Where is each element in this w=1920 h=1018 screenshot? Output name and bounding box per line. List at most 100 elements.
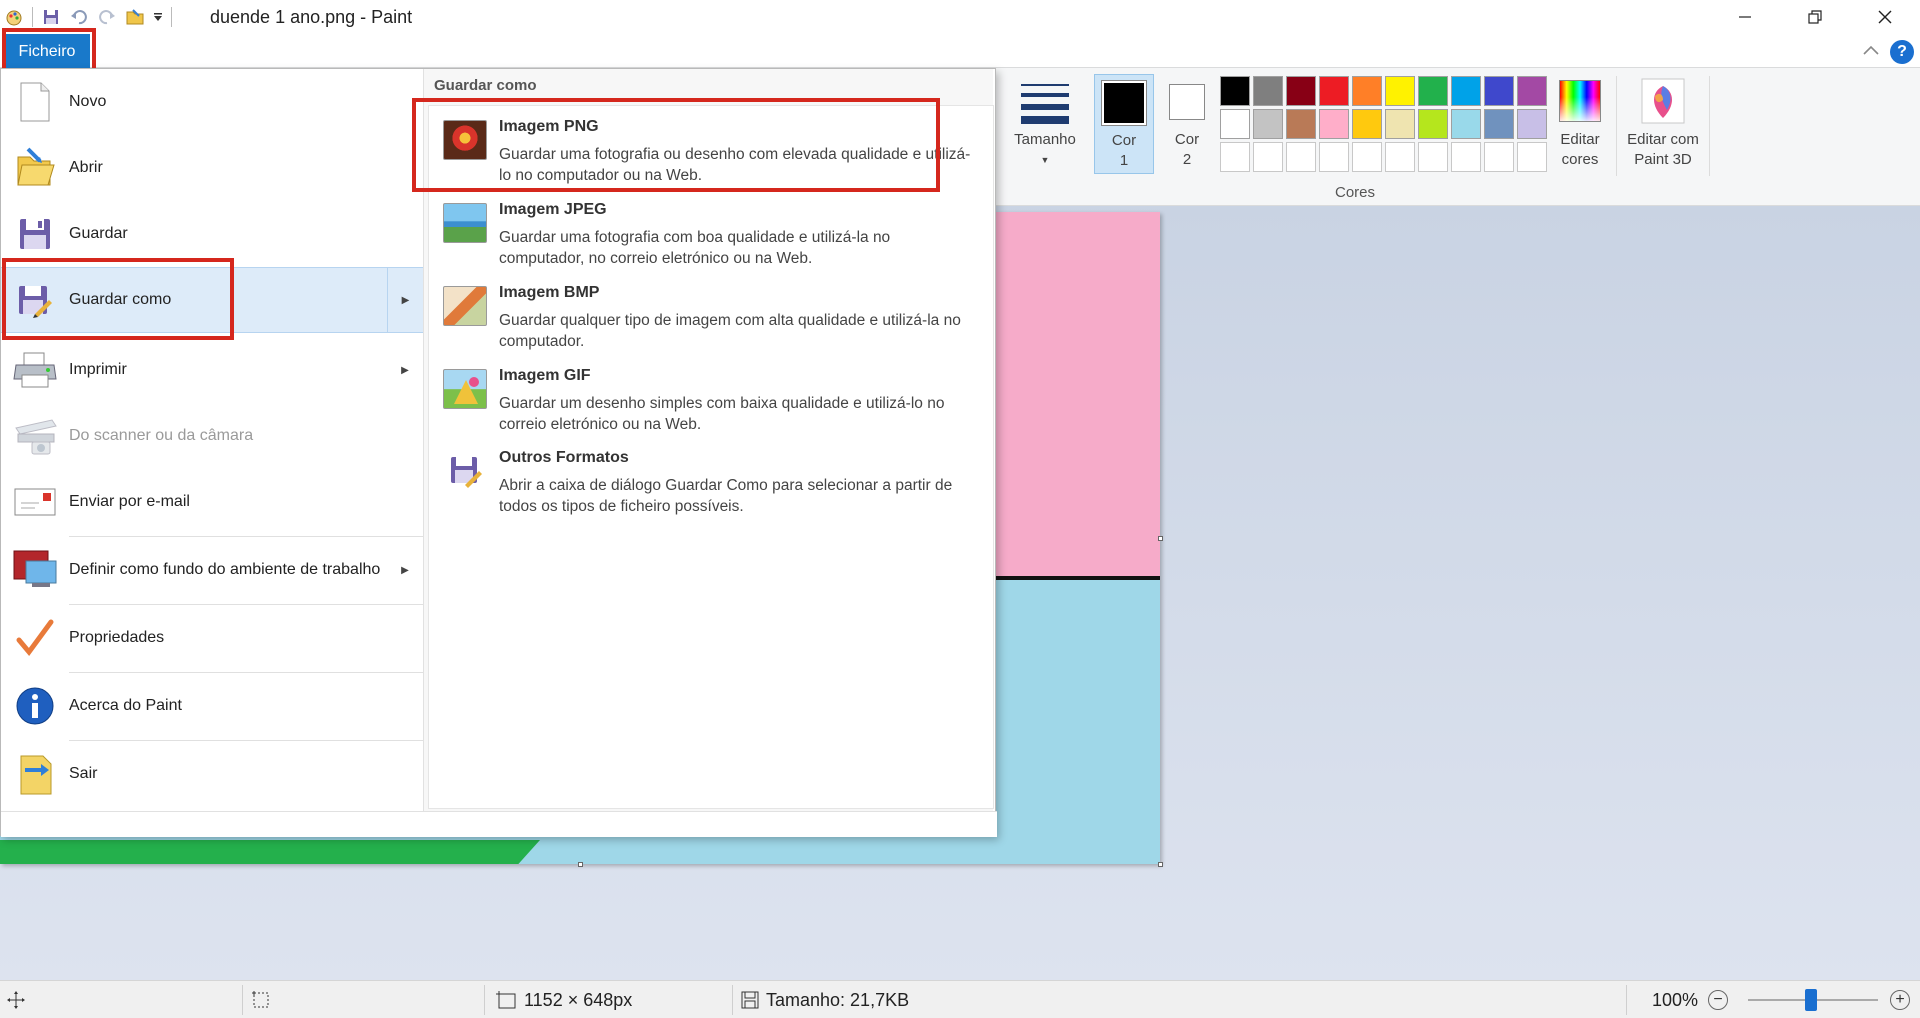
save-icon[interactable] (37, 4, 65, 30)
resize-handle-bottom[interactable] (578, 862, 583, 867)
colors-group-label: Cores (1334, 184, 1375, 201)
customize-toolbar-icon[interactable] (149, 4, 167, 30)
collapse-ribbon-icon[interactable] (1862, 43, 1880, 61)
zoom-in-button[interactable]: + (1890, 990, 1910, 1010)
color-spectrum-icon (1559, 80, 1601, 122)
custom-color-slot[interactable] (1352, 142, 1382, 172)
resize-handle-corner[interactable] (1158, 862, 1163, 867)
color-swatch[interactable] (1286, 76, 1316, 106)
checkmark-icon (1, 605, 69, 671)
gif-image-icon (443, 369, 487, 409)
custom-color-slot[interactable] (1286, 142, 1316, 172)
custom-color-slot[interactable] (1319, 142, 1349, 172)
menu-item-open[interactable]: Abrir (1, 135, 423, 201)
restore-button[interactable] (1780, 0, 1850, 34)
color-swatch[interactable] (1253, 109, 1283, 139)
custom-color-slot[interactable] (1220, 142, 1250, 172)
color-swatch[interactable] (1451, 76, 1481, 106)
menu-item-set-background[interactable]: Definir como fundo do ambiente de trabal… (1, 537, 423, 603)
zoom-level: 100% (1652, 989, 1699, 1010)
edit-paint3d-button[interactable]: Editar com Paint 3D (1616, 76, 1710, 176)
printer-icon (1, 337, 69, 403)
menu-item-scanner[interactable]: Do scanner ou da câmara (1, 403, 423, 469)
format-other[interactable]: Outros Formatos Abrir a caixa de diálogo… (437, 437, 987, 517)
color2-button[interactable]: Cor 2 (1160, 74, 1214, 174)
file-tab[interactable]: Ficheiro (4, 34, 90, 70)
chevron-right-icon: ▶ (401, 564, 409, 576)
size-button[interactable]: Tamanho ▼ (1010, 76, 1080, 176)
open-folder-icon (1, 135, 69, 201)
ribbon-tabs (0, 34, 1920, 68)
chevron-down-icon: ▼ (1040, 155, 1050, 165)
chevron-right-icon: ▶ (387, 268, 423, 332)
menu-item-new[interactable]: Novo (1, 69, 423, 135)
custom-color-slot[interactable] (1517, 142, 1547, 172)
help-icon[interactable]: ? (1890, 40, 1914, 64)
menu-item-properties[interactable]: Propriedades (1, 605, 423, 671)
zoom-out-button[interactable]: − (1708, 990, 1728, 1010)
minimize-button[interactable] (1710, 0, 1780, 34)
custom-color-slot[interactable] (1418, 142, 1448, 172)
color-swatch[interactable] (1253, 76, 1283, 106)
color-swatch[interactable] (1220, 76, 1250, 106)
color-swatch[interactable] (1517, 76, 1547, 106)
menu-item-email[interactable]: Enviar por e-mail (1, 469, 423, 535)
open-folder-icon[interactable] (121, 4, 149, 30)
color-swatch[interactable] (1286, 109, 1316, 139)
color2-label: Cor (1174, 131, 1200, 148)
zoom-slider-thumb[interactable] (1805, 989, 1817, 1011)
format-bmp[interactable]: Imagem BMP Guardar qualquer tipo de imag… (437, 272, 987, 352)
color-swatch[interactable] (1517, 109, 1547, 139)
menu-item-exit[interactable]: Sair (1, 741, 423, 807)
color-swatch[interactable] (1220, 109, 1250, 139)
undo-icon[interactable] (65, 4, 93, 30)
exit-icon (1, 741, 69, 807)
save-as-icon (443, 451, 487, 491)
color-swatch[interactable] (1352, 76, 1382, 106)
menu-item-print[interactable]: Imprimir ▶ (1, 337, 423, 403)
custom-color-slot[interactable] (1385, 142, 1415, 172)
color-swatch[interactable] (1319, 109, 1349, 139)
color1-label: Cor (1111, 132, 1137, 149)
color-swatch[interactable] (1484, 109, 1514, 139)
canvas-dimensions: 1152 × 648px (524, 989, 633, 1010)
redo-icon[interactable] (93, 4, 121, 30)
green-band (0, 840, 540, 864)
color-swatch[interactable] (1484, 76, 1514, 106)
email-icon (1, 469, 69, 535)
file-menu-footer (1, 811, 997, 837)
window-title: duende 1 ano.png - Paint (210, 7, 413, 27)
custom-color-slot[interactable] (1451, 142, 1481, 172)
color-swatch[interactable] (1451, 109, 1481, 139)
format-gif[interactable]: Imagem GIF Guardar um desenho simples co… (437, 355, 987, 435)
paint-app-icon[interactable] (0, 4, 28, 30)
save-as-submenu: Guardar como Imagem PNG Guardar uma foto… (423, 69, 994, 811)
info-icon (1, 673, 69, 739)
custom-color-slot[interactable] (1484, 142, 1514, 172)
color-palette (1220, 76, 1550, 176)
menu-item-save-as[interactable]: Guardar como ▶ (1, 267, 423, 333)
color2-number: 2 (1182, 151, 1192, 168)
file-menu: Novo Abrir Guardar Guardar como ▶ Imprim… (0, 68, 997, 837)
menu-item-about[interactable]: Acerca do Paint (1, 673, 423, 739)
close-button[interactable] (1850, 0, 1920, 34)
paint3d-label-1: Editar com (1627, 131, 1699, 148)
edit-colors-button[interactable]: Editar cores (1550, 76, 1610, 176)
format-png[interactable]: Imagem PNG Guardar uma fotografia ou des… (437, 106, 987, 186)
color-swatch[interactable] (1319, 76, 1349, 106)
color-swatch[interactable] (1385, 76, 1415, 106)
menu-item-save[interactable]: Guardar (1, 201, 423, 267)
line-thickness-icon (1021, 84, 1069, 124)
black-line (994, 576, 1160, 580)
resize-handle-right[interactable] (1158, 536, 1163, 541)
color-swatch[interactable] (1352, 109, 1382, 139)
color1-swatch (1101, 80, 1147, 126)
color1-button[interactable]: Cor 1 (1094, 74, 1154, 174)
format-jpeg[interactable]: Imagem JPEG Guardar uma fotografia com b… (437, 189, 987, 269)
file-size-icon (741, 991, 759, 1009)
color-swatch[interactable] (1418, 109, 1448, 139)
color-swatch[interactable] (1385, 109, 1415, 139)
color-swatch[interactable] (1418, 76, 1448, 106)
custom-color-slot[interactable] (1253, 142, 1283, 172)
paint3d-icon (1641, 78, 1685, 124)
